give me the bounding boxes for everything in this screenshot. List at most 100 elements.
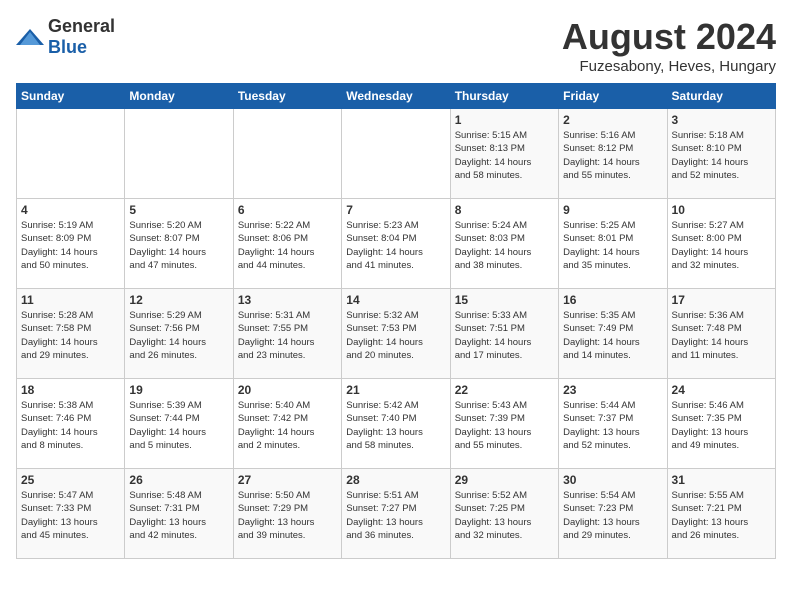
day-number: 9 xyxy=(563,203,662,217)
calendar-cell: 22Sunrise: 5:43 AMSunset: 7:39 PMDayligh… xyxy=(450,379,558,469)
day-info: Sunrise: 5:33 AMSunset: 7:51 PMDaylight:… xyxy=(455,309,554,362)
day-info: Sunrise: 5:51 AMSunset: 7:27 PMDaylight:… xyxy=(346,489,445,542)
column-header-monday: Monday xyxy=(125,84,233,109)
day-number: 19 xyxy=(129,383,228,397)
calendar-cell: 24 Sunrise: 5:46 AMSunset: 7:35 PMDayligh… xyxy=(667,379,775,469)
calendar-cell: 10 Sunrise: 5:27 AMSunset: 8:00 PMDayligh… xyxy=(667,199,775,289)
day-info: Sunrise: 5:43 AMSunset: 7:39 PMDaylight:… xyxy=(455,399,554,452)
column-header-saturday: Saturday xyxy=(667,84,775,109)
day-info: Sunrise: 5:48 AMSunset: 7:31 PMDaylight:… xyxy=(129,489,228,542)
day-info: Sunrise: 5:38 AMSunset: 7:46 PMDaylight:… xyxy=(21,399,120,452)
calendar-cell xyxy=(125,109,233,199)
calendar-cell: 19 Sunrise: 5:39 AMSunset: 7:44 PMDayligh… xyxy=(125,379,233,469)
calendar-cell: 1Sunrise: 5:15 AMSunset: 8:13 PMDaylight… xyxy=(450,109,558,199)
calendar-cell: 6 Sunrise: 5:22 AMSunset: 8:06 PMDaylight… xyxy=(233,199,341,289)
day-number: 16 xyxy=(563,293,662,307)
day-info: Sunrise: 5:42 AMSunset: 7:40 PMDaylight:… xyxy=(346,399,445,452)
day-number: 18 xyxy=(21,383,120,397)
day-number: 30 xyxy=(563,473,662,487)
day-number: 10 xyxy=(672,203,771,217)
calendar-cell: 26 Sunrise: 5:48 AMSunset: 7:31 PMDayligh… xyxy=(125,469,233,559)
logo-icon xyxy=(16,27,44,47)
calendar-cell: 11 Sunrise: 5:28 AMSunset: 7:58 PMDayligh… xyxy=(17,289,125,379)
column-header-tuesday: Tuesday xyxy=(233,84,341,109)
day-info: Sunrise: 5:47 AMSunset: 7:33 PMDaylight:… xyxy=(21,489,120,542)
day-number: 17 xyxy=(672,293,771,307)
calendar-cell: 28 Sunrise: 5:51 AMSunset: 7:27 PMDayligh… xyxy=(342,469,450,559)
day-number: 5 xyxy=(129,203,228,217)
day-info: Sunrise: 5:24 AMSunset: 8:03 PMDaylight:… xyxy=(455,219,554,272)
day-number: 15 xyxy=(455,293,554,307)
week-row-5: 25 Sunrise: 5:47 AMSunset: 7:33 PMDayligh… xyxy=(17,469,776,559)
logo-blue: Blue xyxy=(48,37,87,57)
day-info: Sunrise: 5:32 AMSunset: 7:53 PMDaylight:… xyxy=(346,309,445,362)
day-number: 7 xyxy=(346,203,445,217)
header: General Blue August 2024 Fuzesabony, Hev… xyxy=(16,16,776,75)
calendar-cell: 30Sunrise: 5:54 AMSunset: 7:23 PMDayligh… xyxy=(559,469,667,559)
calendar-cell: 18 Sunrise: 5:38 AMSunset: 7:46 PMDayligh… xyxy=(17,379,125,469)
day-info: Sunrise: 5:40 AMSunset: 7:42 PMDaylight:… xyxy=(238,399,337,452)
day-number: 29 xyxy=(455,473,554,487)
day-number: 28 xyxy=(346,473,445,487)
day-number: 20 xyxy=(238,383,337,397)
day-info: Sunrise: 5:16 AMSunset: 8:12 PMDaylight:… xyxy=(563,129,662,182)
calendar-cell: 3 Sunrise: 5:18 AMSunset: 8:10 PMDaylight… xyxy=(667,109,775,199)
day-info: Sunrise: 5:22 AMSunset: 8:06 PMDaylight:… xyxy=(238,219,337,272)
day-info: Sunrise: 5:46 AMSunset: 7:35 PMDaylight:… xyxy=(672,399,771,452)
calendar-cell: 16 Sunrise: 5:35 AMSunset: 7:49 PMDayligh… xyxy=(559,289,667,379)
day-number: 23 xyxy=(563,383,662,397)
day-info: Sunrise: 5:52 AMSunset: 7:25 PMDaylight:… xyxy=(455,489,554,542)
day-number: 3 xyxy=(672,113,771,127)
calendar-cell: 15 Sunrise: 5:33 AMSunset: 7:51 PMDayligh… xyxy=(450,289,558,379)
calendar-table: SundayMondayTuesdayWednesdayThursdayFrid… xyxy=(16,83,776,559)
day-info: Sunrise: 5:50 AMSunset: 7:29 PMDaylight:… xyxy=(238,489,337,542)
calendar-cell: 5Sunrise: 5:20 AMSunset: 8:07 PMDaylight… xyxy=(125,199,233,289)
day-number: 1 xyxy=(455,113,554,127)
day-number: 11 xyxy=(21,293,120,307)
day-number: 26 xyxy=(129,473,228,487)
calendar-cell: 14 Sunrise: 5:32 AMSunset: 7:53 PMDayligh… xyxy=(342,289,450,379)
calendar-cell: 12Sunrise: 5:29 AMSunset: 7:56 PMDayligh… xyxy=(125,289,233,379)
calendar-cell xyxy=(233,109,341,199)
day-info: Sunrise: 5:19 AMSunset: 8:09 PMDaylight:… xyxy=(21,219,120,272)
calendar-cell: 8 Sunrise: 5:24 AMSunset: 8:03 PMDaylight… xyxy=(450,199,558,289)
day-number: 4 xyxy=(21,203,120,217)
calendar-cell: 23 Sunrise: 5:44 AMSunset: 7:37 PMDayligh… xyxy=(559,379,667,469)
day-info: Sunrise: 5:23 AMSunset: 8:04 PMDaylight:… xyxy=(346,219,445,272)
day-number: 2 xyxy=(563,113,662,127)
day-number: 31 xyxy=(672,473,771,487)
calendar-cell: 29 Sunrise: 5:52 AMSunset: 7:25 PMDayligh… xyxy=(450,469,558,559)
calendar-cell xyxy=(342,109,450,199)
day-number: 24 xyxy=(672,383,771,397)
day-info: Sunrise: 5:36 AMSunset: 7:48 PMDaylight:… xyxy=(672,309,771,362)
day-info: Sunrise: 5:44 AMSunset: 7:37 PMDaylight:… xyxy=(563,399,662,452)
column-header-friday: Friday xyxy=(559,84,667,109)
logo-text: General Blue xyxy=(48,16,115,58)
logo-general: General xyxy=(48,16,115,36)
day-info: Sunrise: 5:28 AMSunset: 7:58 PMDaylight:… xyxy=(21,309,120,362)
day-info: Sunrise: 5:27 AMSunset: 8:00 PMDaylight:… xyxy=(672,219,771,272)
calendar-cell: 4 Sunrise: 5:19 AMSunset: 8:09 PMDaylight… xyxy=(17,199,125,289)
day-info: Sunrise: 5:29 AMSunset: 7:56 PMDaylight:… xyxy=(129,309,228,362)
week-row-1: 1Sunrise: 5:15 AMSunset: 8:13 PMDaylight… xyxy=(17,109,776,199)
calendar-cell: 27Sunrise: 5:50 AMSunset: 7:29 PMDayligh… xyxy=(233,469,341,559)
calendar-cell: 31Sunrise: 5:55 AMSunset: 7:21 PMDayligh… xyxy=(667,469,775,559)
calendar-subtitle: Fuzesabony, Heves, Hungary xyxy=(562,58,776,75)
calendar-cell: 25 Sunrise: 5:47 AMSunset: 7:33 PMDayligh… xyxy=(17,469,125,559)
day-number: 8 xyxy=(455,203,554,217)
day-info: Sunrise: 5:31 AMSunset: 7:55 PMDaylight:… xyxy=(238,309,337,362)
calendar-cell: 7 Sunrise: 5:23 AMSunset: 8:04 PMDaylight… xyxy=(342,199,450,289)
day-info: Sunrise: 5:39 AMSunset: 7:44 PMDaylight:… xyxy=(129,399,228,452)
header-row: SundayMondayTuesdayWednesdayThursdayFrid… xyxy=(17,84,776,109)
calendar-title: August 2024 xyxy=(562,16,776,58)
day-info: Sunrise: 5:35 AMSunset: 7:49 PMDaylight:… xyxy=(563,309,662,362)
column-header-wednesday: Wednesday xyxy=(342,84,450,109)
calendar-cell: 21Sunrise: 5:42 AMSunset: 7:40 PMDayligh… xyxy=(342,379,450,469)
logo: General Blue xyxy=(16,16,115,58)
week-row-3: 11 Sunrise: 5:28 AMSunset: 7:58 PMDayligh… xyxy=(17,289,776,379)
day-info: Sunrise: 5:18 AMSunset: 8:10 PMDaylight:… xyxy=(672,129,771,182)
day-number: 6 xyxy=(238,203,337,217)
day-number: 14 xyxy=(346,293,445,307)
day-number: 25 xyxy=(21,473,120,487)
calendar-cell: 2 Sunrise: 5:16 AMSunset: 8:12 PMDaylight… xyxy=(559,109,667,199)
